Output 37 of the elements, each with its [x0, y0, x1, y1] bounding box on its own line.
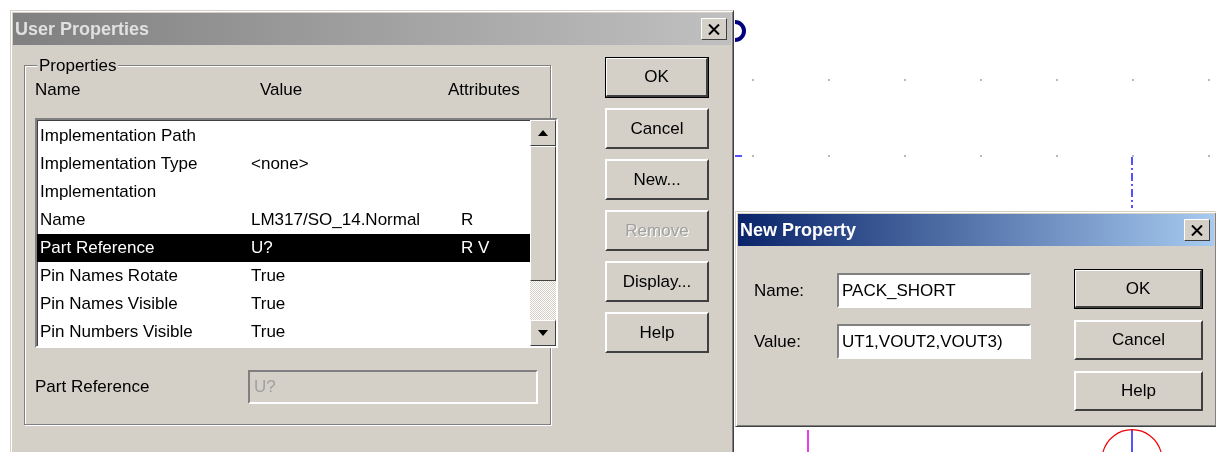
dialog-button[interactable]: OK [605, 57, 709, 98]
scroll-up-button[interactable] [530, 120, 556, 146]
input-field[interactable]: UT1,VOUT2,VOUT3) [837, 324, 1031, 359]
close-button[interactable] [701, 18, 727, 40]
close-icon [708, 23, 720, 35]
group-label: Properties [37, 56, 119, 76]
window-title: User Properties [15, 18, 150, 40]
close-button[interactable] [1184, 219, 1210, 241]
scrollbar[interactable] [530, 120, 556, 346]
field-label: Part Reference [35, 377, 151, 397]
dialog-button[interactable]: New... [605, 159, 709, 200]
dialog-button[interactable]: Help [605, 312, 709, 353]
dialog-button[interactable]: Cancel [605, 108, 709, 149]
field-label: Value: [754, 331, 802, 352]
column-header: Name [35, 80, 82, 101]
scroll-down-button[interactable] [530, 320, 556, 346]
property-row[interactable]: Pin Names Visible True [37, 290, 530, 318]
close-icon [1191, 224, 1203, 236]
property-row[interactable]: Name LM317/SO_14.Normal R [37, 206, 530, 234]
input-field[interactable]: PACK_SHORT [837, 273, 1031, 308]
down-arrow-icon [538, 330, 548, 336]
property-row[interactable]: Pin Numbers Visible True [37, 318, 530, 346]
property-row[interactable]: Implementation Type <none> [37, 150, 530, 178]
up-arrow-icon [538, 130, 548, 136]
dialog-button[interactable]: Display... [605, 261, 709, 302]
property-row[interactable]: Part Reference U? R V [37, 234, 530, 262]
dialog-button[interactable]: Help [1074, 371, 1203, 411]
field-label: Name: [754, 280, 806, 301]
column-header: Value [260, 80, 304, 101]
property-row[interactable]: Implementation [37, 178, 530, 206]
scroll-thumb[interactable] [530, 146, 556, 281]
dialog-button[interactable]: OK [1074, 269, 1203, 309]
column-header: Attributes [448, 80, 520, 101]
property-row[interactable]: Implementation Path [37, 122, 530, 150]
window-title: New Property [740, 219, 857, 241]
dialog-button[interactable]: Cancel [1074, 320, 1203, 360]
property-row[interactable]: Pin Names Rotate True [37, 262, 530, 290]
